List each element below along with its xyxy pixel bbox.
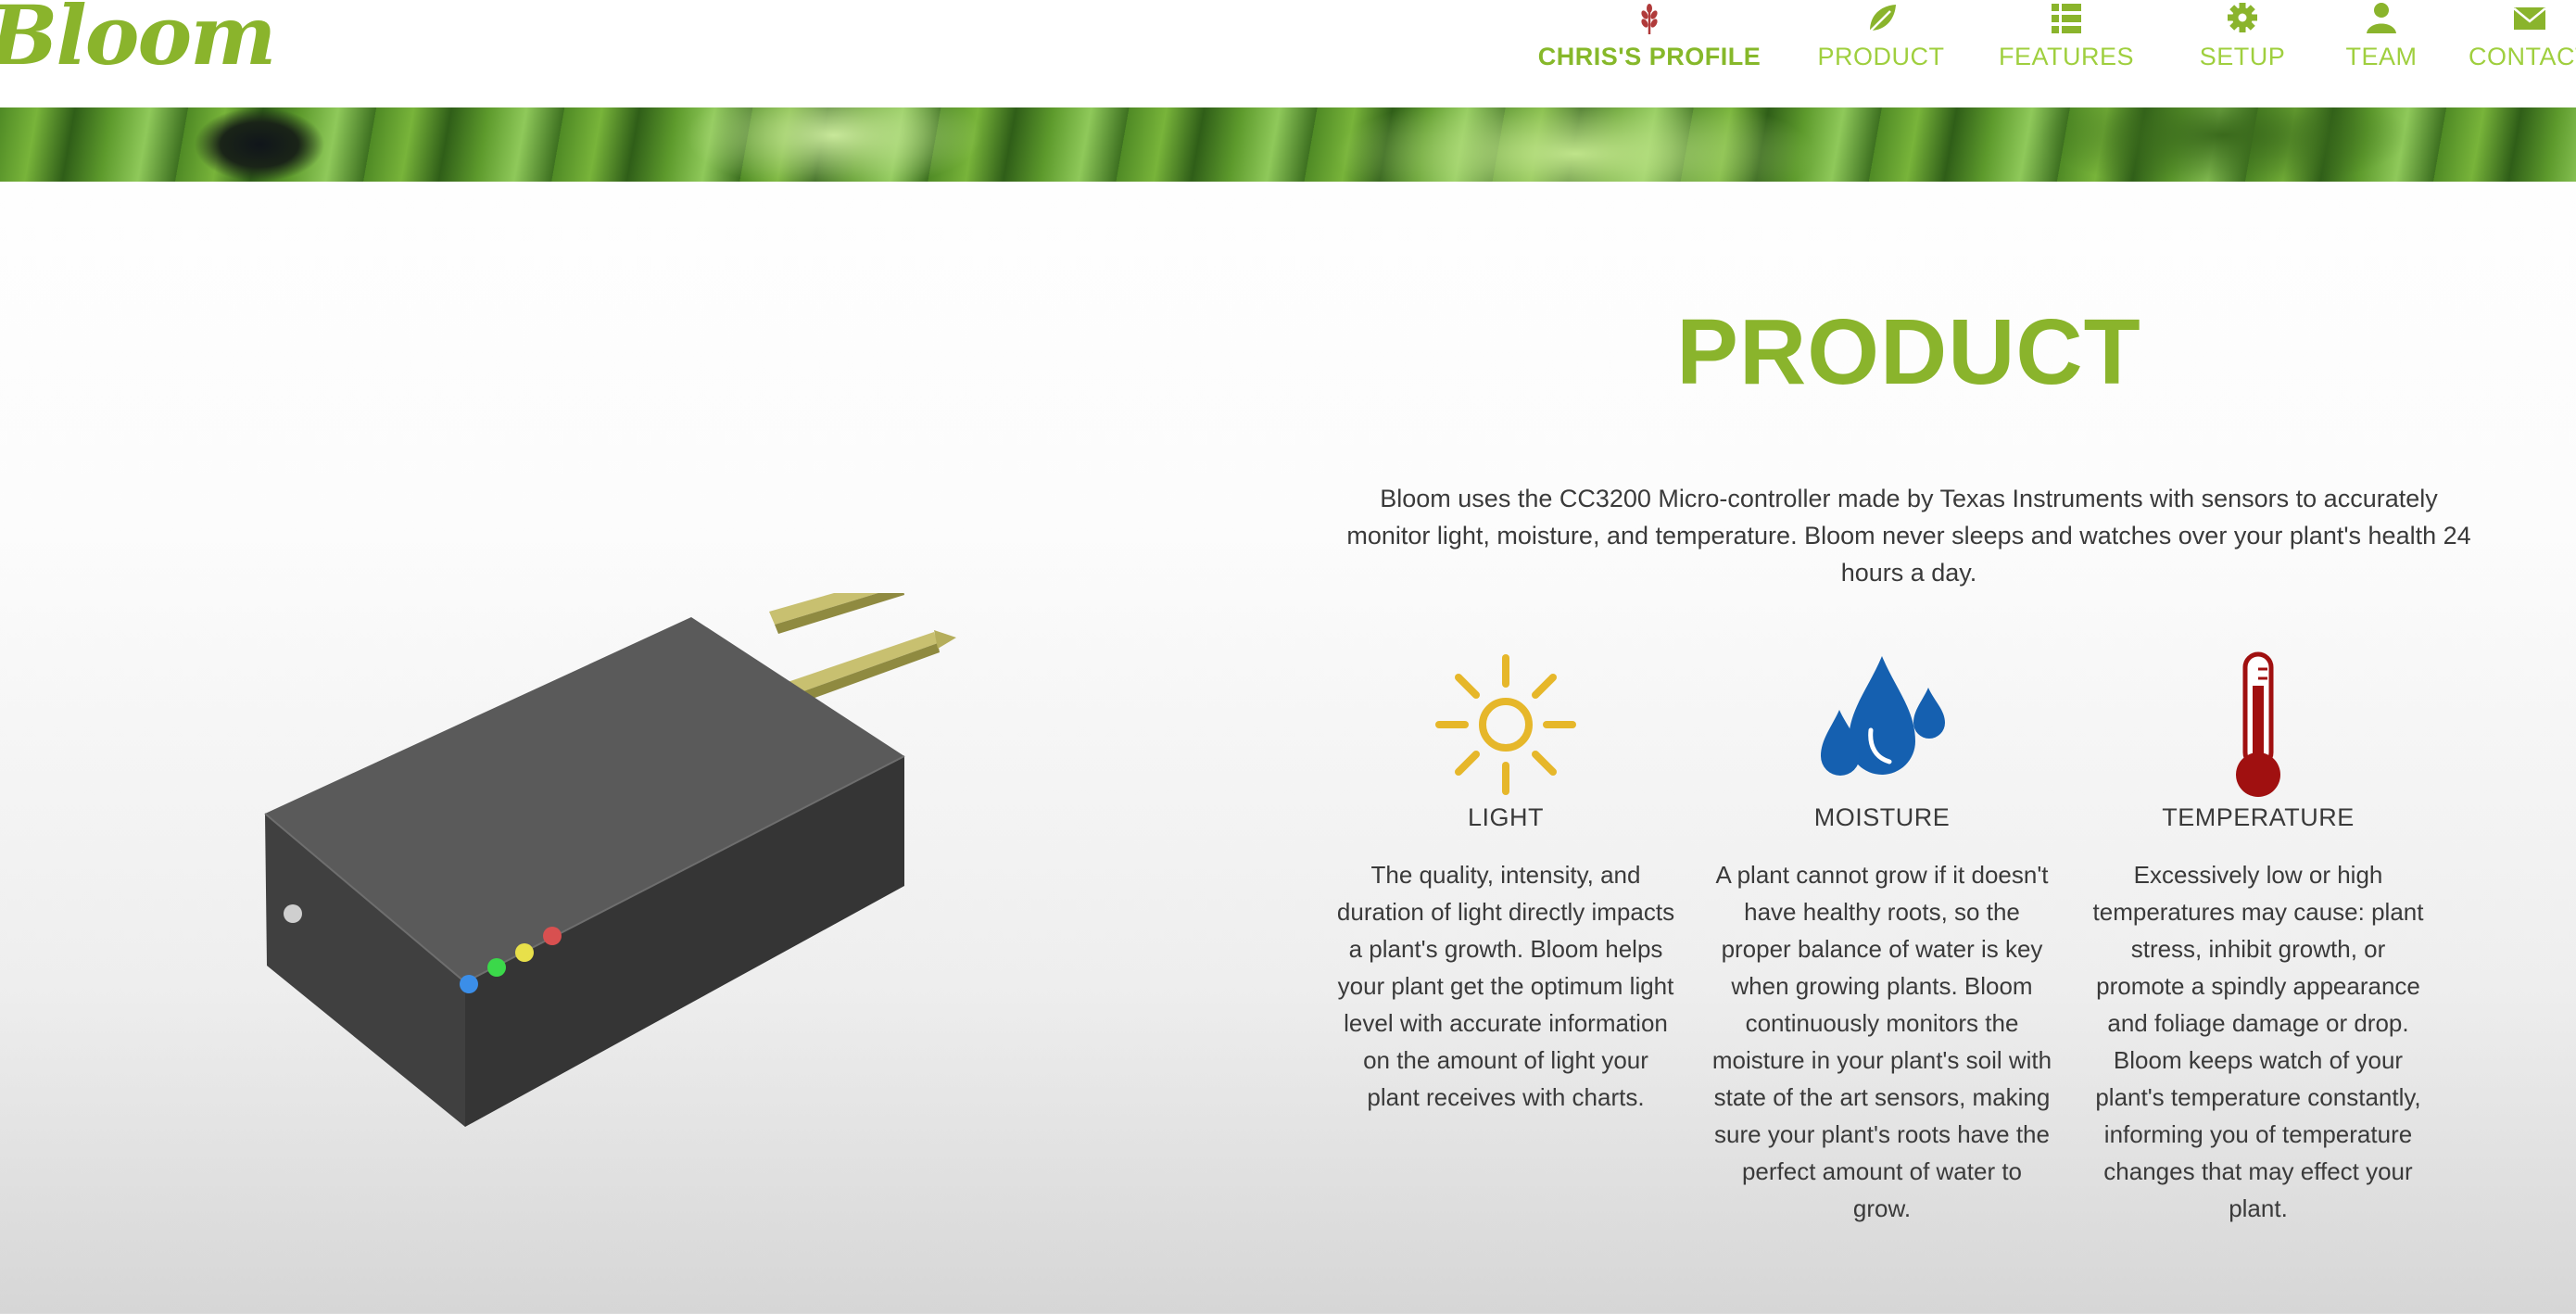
nav-item-contact[interactable]: CONTACT [2446,0,2576,83]
nav-item-product[interactable]: PRODUCT [1798,0,1964,83]
water-drops-icon [1820,656,1945,776]
nav-item-chris-profile[interactable]: CHRIS'S PROFILE [1520,0,1779,83]
nav-label: PRODUCT [1817,43,1945,70]
nav-label: FEATURES [1998,43,2134,70]
nav-label: CONTACT [2469,43,2576,70]
feature-moisture: MOISTURE A plant cannot grow if it doesn… [1711,649,2053,1227]
foliage-banner [0,107,2576,182]
envelope-icon [2513,7,2546,30]
device-button [284,904,302,923]
sun-icon [1434,654,1576,795]
led-red [543,927,562,945]
product-description: Bloom uses the CC3200 Micro-controller m… [1346,485,2471,587]
feature-title: MOISTURE [1813,803,1951,831]
wheat-icon [1641,4,1658,34]
feature-title: TEMPERATURE [2162,803,2355,831]
nav-label: SETUP [2199,43,2286,70]
product-title: PRODUCT [1676,300,2141,404]
nav-item-features[interactable]: FEATURES [1974,0,2159,83]
nav-item-setup[interactable]: SETUP [2168,0,2317,83]
nav-item-team[interactable]: TEAM [2317,0,2446,83]
led-blue [460,975,478,993]
bloom-logo[interactable]: Bloom [0,0,276,76]
nav-label: TEAM [2345,43,2418,70]
bloom-sensor-device [264,593,956,1127]
person-icon [2367,3,2396,33]
led-green [487,958,506,977]
feature-text: The quality, intensity, and duration of … [1336,861,1675,1111]
nav-label: CHRIS'S PROFILE [1537,43,1762,70]
leaf-icon [1867,5,1896,34]
list-icon [2052,4,2081,33]
feature-text: Excessively low or high temperatures may… [2092,861,2424,1222]
feature-title: LIGHT [1467,803,1544,831]
main-nav: CHRIS'S PROFILE PRODUCT FEATURES SETUP T… [1501,0,2576,107]
feature-temperature: TEMPERATURE Excessively low or high temp… [2087,649,2430,1227]
feature-text: A plant cannot grow if it doesn't have h… [1711,861,2052,1222]
feature-light: LIGHT The quality, intensity, and durati… [1334,649,1677,1116]
led-yellow [515,943,534,962]
gear-icon [2228,3,2257,32]
site-header: Bloom CHRIS'S PROFILE PRODUCT FEATURES S… [0,0,2576,107]
thermometer-icon [2235,651,2280,797]
